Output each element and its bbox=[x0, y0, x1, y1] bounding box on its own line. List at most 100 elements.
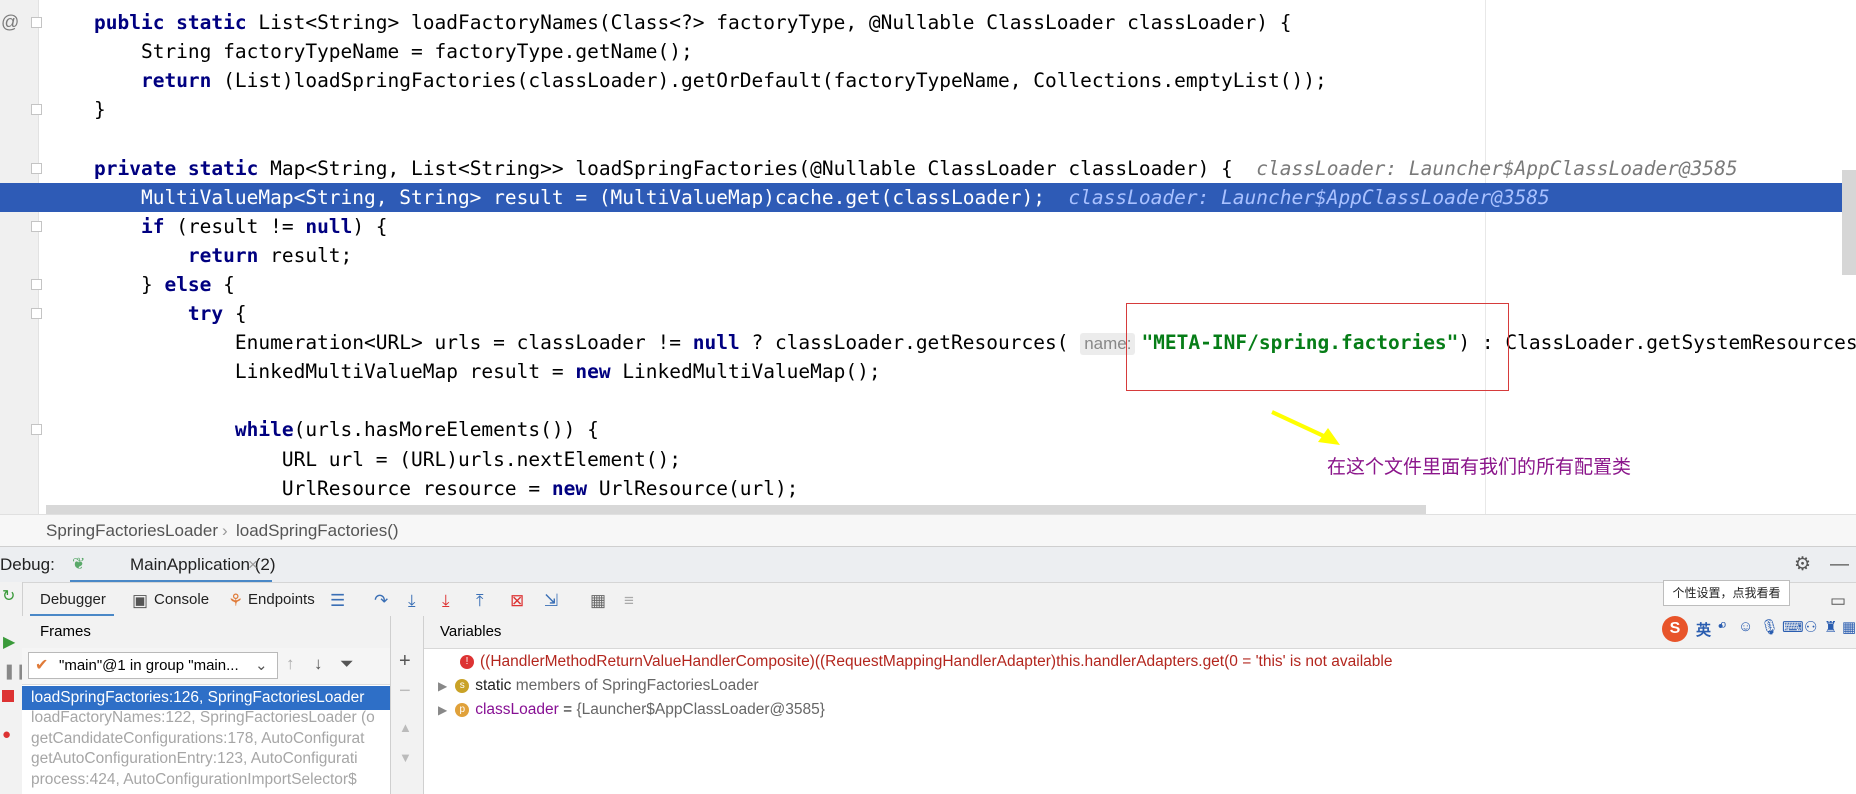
fold-marker-icon[interactable] bbox=[31, 308, 42, 319]
code-line[interactable]: public static List<String> loadFactoryNa… bbox=[0, 8, 1856, 37]
keyword: while bbox=[234, 418, 294, 442]
horizontal-scrollbar[interactable] bbox=[46, 505, 1426, 514]
ime-lang[interactable]: 英 bbox=[1696, 619, 1711, 640]
code-text: public static List<String> loadFactoryNa… bbox=[94, 8, 1292, 37]
gear-icon[interactable]: ⚙ bbox=[1794, 547, 1811, 583]
keyword: null bbox=[692, 331, 740, 355]
variables-panel: Variables ! ((HandlerMethodReturnValueHan… bbox=[424, 616, 1856, 794]
mic-icon[interactable]: 🎙 bbox=[1760, 618, 1779, 636]
remove-watch-icon[interactable]: − bbox=[399, 680, 411, 703]
resume-icon[interactable]: ▶ bbox=[3, 632, 15, 652]
annotation-text: 在这个文件里面有我们的所有配置类 bbox=[1327, 456, 1632, 478]
code-editor[interactable]: @ public static List<String> loadFactory… bbox=[0, 0, 1856, 514]
code-line[interactable]: if (result != null) { bbox=[0, 212, 1856, 241]
move-down-icon[interactable]: ▼ bbox=[399, 750, 412, 765]
breadcrumb-method[interactable]: loadSpringFactories() bbox=[236, 515, 399, 547]
code-text: try { bbox=[94, 299, 247, 328]
code-token: ) : ClassLoader.getSystemResources( bbox=[1458, 331, 1856, 355]
vertical-scrollbar[interactable] bbox=[1842, 170, 1856, 275]
code-text: } bbox=[94, 95, 106, 124]
code-line[interactable]: try { bbox=[0, 299, 1856, 328]
move-up-icon[interactable]: ▲ bbox=[399, 720, 412, 735]
keyboard-icon[interactable]: ⌨ bbox=[1782, 618, 1804, 636]
more-icon[interactable]: ▦ bbox=[1842, 618, 1856, 636]
code-token: } bbox=[94, 272, 165, 296]
layout-icon[interactable]: ▭ bbox=[1830, 591, 1846, 611]
add-watch-icon[interactable]: + bbox=[399, 650, 411, 673]
code-line[interactable]: LinkedMultiValueMap result = new LinkedM… bbox=[0, 357, 1856, 386]
minimize-icon[interactable]: — bbox=[1830, 547, 1849, 583]
stack-frame[interactable]: process:424, AutoConfigurationImportSele… bbox=[22, 768, 390, 792]
fold-marker-icon[interactable] bbox=[31, 104, 42, 116]
expand-icon[interactable]: ▶ bbox=[438, 703, 447, 717]
frames-header: Frames bbox=[22, 616, 390, 649]
spring-boot-icon: ❦ bbox=[72, 556, 86, 573]
thread-select[interactable]: ✔ "main"@1 in group "main... ⌄ bbox=[28, 652, 278, 679]
breadcrumb-separator: › bbox=[222, 521, 228, 540]
punctuation-icon[interactable]: •ͦ bbox=[1718, 618, 1723, 635]
step-into-icon[interactable]: ⤓ bbox=[408, 591, 416, 611]
run-to-cursor-icon[interactable]: ⇲ bbox=[544, 591, 558, 611]
expand-icon[interactable]: ▶ bbox=[438, 679, 447, 693]
variable-row[interactable]: ! ((HandlerMethodReturnValueHandlerCompos… bbox=[460, 650, 1392, 674]
sogou-logo-icon[interactable]: S bbox=[1662, 616, 1688, 642]
code-line[interactable] bbox=[0, 124, 1856, 153]
code-line[interactable]: return result; bbox=[0, 241, 1856, 270]
fold-marker-icon[interactable] bbox=[31, 424, 42, 436]
force-step-into-icon[interactable]: ⤓ bbox=[442, 591, 450, 611]
variable-row[interactable]: ▶ p classLoader = {Launcher$AppClassLoader… bbox=[438, 698, 825, 722]
debug-tool-window-header: Debug: ❦ MainApplication (2) × ⚙ — bbox=[0, 546, 1856, 583]
code-line[interactable] bbox=[0, 386, 1856, 415]
code-line[interactable]: return (List)loadSpringFactories(classLo… bbox=[0, 66, 1856, 95]
close-icon[interactable]: × bbox=[248, 547, 258, 583]
code-line[interactable]: private static Map<String, List<String>>… bbox=[0, 154, 1856, 183]
code-token: (List)loadSpringFactories(classLoader).g… bbox=[223, 69, 1327, 93]
skin-icon[interactable]: ♜ bbox=[1824, 618, 1837, 636]
fold-marker-icon[interactable] bbox=[31, 278, 42, 290]
code-line[interactable]: String factoryTypeName = factoryType.get… bbox=[0, 37, 1856, 66]
tab-endpoints[interactable]: Endpoints bbox=[248, 583, 315, 617]
emoji-icon[interactable]: ☺ bbox=[1738, 618, 1753, 635]
field-badge-icon: p bbox=[455, 702, 470, 717]
endpoints-icon: ⚘ bbox=[228, 591, 244, 610]
variable-row[interactable]: ▶ s static members of SpringFactoriesLoade… bbox=[438, 674, 759, 698]
fold-marker-icon[interactable] bbox=[31, 162, 42, 174]
breadcrumb-class[interactable]: SpringFactoriesLoader bbox=[46, 515, 218, 547]
tab-console[interactable]: Console bbox=[154, 583, 209, 617]
code-line[interactable]: while(urls.hasMoreElements()) { bbox=[0, 415, 1856, 444]
frame-up-icon[interactable]: ↑ bbox=[286, 654, 295, 674]
filter-icon[interactable]: ⏷ bbox=[340, 654, 354, 674]
evaluate-icon[interactable]: ▦ bbox=[590, 591, 606, 611]
code-text: LinkedMultiValueMap result = new LinkedM… bbox=[94, 357, 881, 386]
code-line[interactable]: } else { bbox=[0, 270, 1856, 299]
frames-title: Frames bbox=[40, 623, 91, 640]
stop-icon[interactable] bbox=[2, 690, 14, 702]
code-line[interactable]: Enumeration<URL> urls = classLoader != n… bbox=[0, 328, 1856, 357]
code-text: URL url = (URL)urls.nextElement(); bbox=[94, 445, 681, 474]
step-over-icon[interactable]: ↷ bbox=[374, 591, 388, 611]
drop-frame-icon[interactable]: ⊠ bbox=[510, 591, 524, 611]
menu-icon[interactable]: ☰ bbox=[330, 591, 345, 611]
frame-down-icon[interactable]: ↓ bbox=[314, 654, 323, 674]
console-icon: ▣ bbox=[132, 591, 149, 610]
keyword: return bbox=[140, 69, 224, 93]
step-out-icon[interactable]: ⤒ bbox=[476, 591, 484, 611]
thread-check-icon: ✔ bbox=[35, 657, 49, 674]
breakpoints-icon[interactable]: ● bbox=[2, 726, 11, 743]
code-line[interactable]: } bbox=[0, 95, 1856, 124]
static-keyword: static bbox=[475, 677, 512, 694]
user-icon[interactable]: ⚇ bbox=[1804, 618, 1817, 636]
fold-marker-icon[interactable] bbox=[31, 220, 42, 232]
code-line[interactable]: MultiValueMap<String, String> result = (… bbox=[0, 182, 1856, 212]
keyword: private static bbox=[94, 156, 271, 180]
tab-debugger[interactable]: Debugger bbox=[40, 583, 106, 617]
code-token: (urls.hasMoreElements()) { bbox=[293, 418, 599, 442]
fold-marker-icon[interactable] bbox=[31, 17, 42, 28]
ime-toolbar[interactable]: S 英 •ͦ ☺ 🎙 ⌨ ⚇ ♜ ▦ bbox=[1662, 616, 1856, 642]
trace-icon[interactable]: ≡ bbox=[624, 591, 634, 611]
code-text: String factoryTypeName = factoryType.get… bbox=[94, 37, 693, 66]
rerun-icon[interactable]: ↻ bbox=[2, 586, 15, 606]
variable-equals: = bbox=[558, 701, 577, 718]
